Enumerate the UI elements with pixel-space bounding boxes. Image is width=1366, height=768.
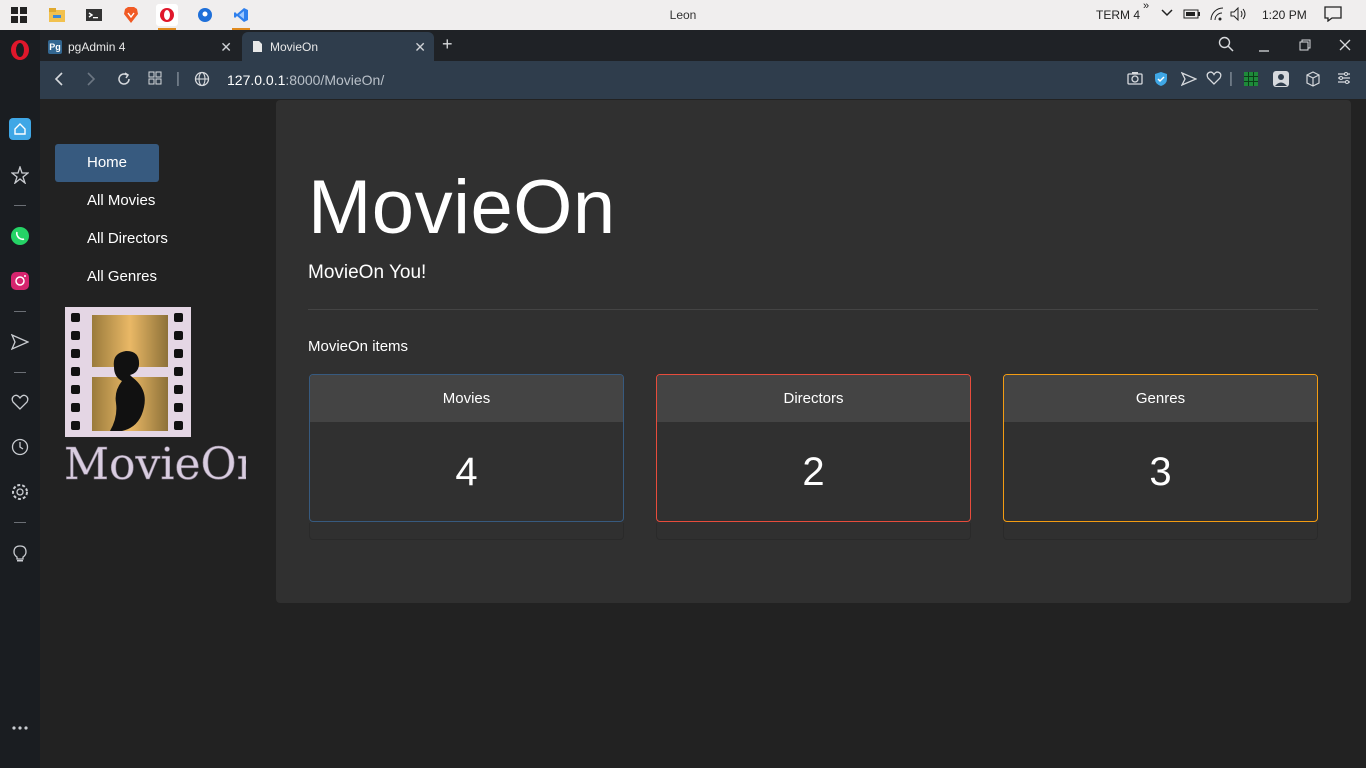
url-text[interactable]: 127.0.0.1:8000/MovieOn/ (227, 72, 384, 88)
opera-browser-icon[interactable] (156, 4, 178, 30)
nav-all-movies[interactable]: All Movies (55, 182, 159, 220)
card-count: 4 (455, 449, 478, 494)
nav-all-directors[interactable]: All Directors (55, 220, 168, 258)
maps-pin-icon[interactable] (194, 4, 216, 26)
nav-all-genres[interactable]: All Genres (55, 258, 159, 296)
history-clock-icon[interactable] (8, 435, 32, 459)
web-page: Home All Movies All Directors All Genres… (40, 99, 1366, 768)
minimize-icon[interactable] (1258, 40, 1270, 57)
card-footer (1003, 523, 1318, 540)
easy-setup-sliders-icon[interactable] (1337, 71, 1351, 89)
card-header: Movies (310, 375, 623, 422)
url-host: 127.0.0.1 (227, 72, 286, 88)
heart-icon[interactable] (8, 390, 32, 414)
forward-icon[interactable] (85, 71, 97, 91)
terminal-icon[interactable] (83, 4, 105, 26)
card-movies[interactable]: Movies 4 (309, 374, 624, 522)
extension-grid-icon[interactable] (1243, 71, 1259, 91)
back-icon[interactable] (53, 71, 65, 91)
brave-browser-icon[interactable] (120, 4, 142, 26)
address-divider: | (176, 70, 180, 87)
windows-taskbar: Leon TERM 4 » 1:20 PM (0, 0, 1366, 30)
page-subtitle: MovieOn You! (308, 262, 427, 283)
page-title: MovieOn (308, 165, 616, 250)
extensions-cube-icon[interactable] (1305, 71, 1321, 91)
nav-home[interactable]: Home (55, 144, 159, 182)
card-footer (656, 523, 971, 540)
speed-dial-star-icon[interactable] (8, 163, 32, 187)
card-header: Directors (657, 375, 970, 422)
side-nav: Home All Movies All Directors All Genres (55, 144, 255, 296)
volume-icon[interactable] (1230, 6, 1248, 24)
pgadmin-favicon-icon: Pg (48, 39, 62, 54)
clock-time[interactable]: 1:20 PM (1262, 8, 1307, 22)
vpn-shield-icon[interactable] (1154, 71, 1168, 91)
reload-icon[interactable] (116, 71, 132, 91)
card-genres[interactable]: Genres 3 (1003, 374, 1318, 522)
snapshot-camera-icon[interactable] (1127, 71, 1143, 89)
windows-start-icon[interactable] (8, 4, 30, 26)
vscode-icon[interactable] (230, 4, 252, 30)
opera-menu-icon[interactable] (8, 38, 32, 62)
tab-movieon[interactable]: MovieOn ✕ (242, 32, 434, 61)
card-count: 2 (802, 449, 825, 494)
logo-text: MovieOn (64, 439, 246, 487)
close-tab-icon[interactable]: ✕ (414, 39, 426, 56)
wifi-icon[interactable] (1209, 7, 1225, 24)
movieon-logo: MovieOn (64, 307, 265, 490)
tray-overflow-icon[interactable]: » (1143, 0, 1149, 12)
instagram-icon[interactable] (8, 269, 32, 293)
restore-icon[interactable] (1299, 38, 1311, 55)
card-footer (309, 523, 624, 540)
tray-label[interactable]: TERM 4 (1096, 8, 1140, 22)
home-icon[interactable] (9, 118, 31, 140)
battery-icon[interactable] (1183, 8, 1201, 23)
section-title: MovieOn items (308, 338, 409, 355)
jumbotron: MovieOn MovieOn You! MovieOn items Movie… (276, 100, 1351, 603)
address-bar: | 127.0.0.1:8000/MovieOn/ | (40, 61, 1366, 99)
card-directors[interactable]: Directors 2 (656, 374, 971, 522)
toolbar-divider: | (1229, 70, 1233, 87)
tab-label: pgAdmin 4 (68, 39, 126, 54)
tabs-grid-icon[interactable] (148, 71, 162, 89)
browser-tab-strip: Pg pgAdmin 4 ✕ MovieOn ✕ + (40, 30, 1366, 61)
chevron-down-icon[interactable] (1161, 6, 1173, 21)
tab-search-icon[interactable] (1218, 36, 1234, 56)
close-window-icon[interactable] (1339, 38, 1351, 55)
lightbulb-icon[interactable] (8, 542, 32, 566)
profile-avatar-icon[interactable] (1273, 71, 1289, 91)
globe-icon[interactable] (194, 71, 210, 91)
page-favicon-icon (250, 40, 264, 54)
send-icon[interactable] (8, 330, 32, 354)
file-explorer-icon[interactable] (46, 4, 68, 26)
url-rest: :8000/MovieOn/ (285, 72, 385, 88)
card-header: Genres (1004, 375, 1317, 422)
more-options-icon[interactable] (8, 716, 32, 740)
new-tab-plus-icon[interactable]: + (442, 34, 453, 55)
tab-pgadmin[interactable]: Pg pgAdmin 4 ✕ (40, 32, 240, 61)
tab-label: MovieOn (270, 39, 319, 54)
whatsapp-icon[interactable] (8, 224, 32, 248)
opera-sidebar (0, 30, 40, 768)
send-to-flow-icon[interactable] (1180, 71, 1198, 91)
card-count: 3 (1149, 449, 1172, 494)
settings-gear-icon[interactable] (8, 480, 32, 504)
divider (308, 309, 1318, 310)
bookmark-heart-icon[interactable] (1206, 71, 1222, 89)
close-tab-icon[interactable]: ✕ (220, 39, 232, 56)
notifications-icon[interactable] (1324, 6, 1342, 25)
